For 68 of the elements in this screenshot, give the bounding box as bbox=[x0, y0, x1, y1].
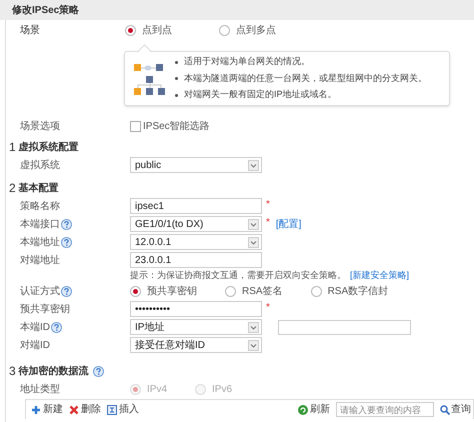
toolbar-button[interactable]: 新建 bbox=[31, 402, 63, 417]
info-text: 适用于对端为单台网关的情况。 bbox=[184, 55, 310, 68]
checkbox-label[interactable]: IPSec智能选路 bbox=[143, 118, 210, 134]
help-icon[interactable] bbox=[61, 286, 72, 296]
bullet-icon bbox=[175, 77, 178, 80]
input-field[interactable]: ipsec1 bbox=[130, 198, 262, 214]
plus-icon bbox=[31, 404, 41, 414]
radio-button[interactable] bbox=[130, 286, 141, 296]
section-number: 3 bbox=[9, 363, 16, 380]
field-label: 虚拟系统 bbox=[20, 158, 60, 172]
dropdown[interactable]: IP地址 bbox=[130, 319, 262, 335]
bullet-icon bbox=[175, 60, 178, 64]
help-icon[interactable] bbox=[51, 322, 62, 332]
radio-label[interactable]: 预共享密钥 bbox=[147, 284, 197, 298]
info-text: 对端网关一般有固定的IP地址或域名。 bbox=[184, 88, 337, 102]
search-button[interactable]: 查询 bbox=[440, 402, 473, 417]
dropdown[interactable]: GE1/0/1(to DX) bbox=[130, 216, 262, 232]
field-label: 策略名称 bbox=[20, 200, 60, 214]
field-label: 预共享密钥 bbox=[20, 302, 70, 316]
dropdown[interactable]: public bbox=[130, 157, 262, 173]
new-policy-link[interactable]: [新建安全策略] bbox=[350, 268, 410, 282]
radio-button[interactable] bbox=[125, 24, 136, 36]
required-mark: * bbox=[266, 198, 270, 212]
window-title: 修改IPSec策略 bbox=[0, 0, 474, 20]
search-icon bbox=[440, 404, 450, 414]
checkbox[interactable] bbox=[130, 120, 141, 132]
field-label: 场景选项 bbox=[20, 120, 60, 134]
required-mark: * bbox=[266, 300, 270, 314]
section-title: 待加密的数据流 bbox=[18, 364, 89, 378]
field-label: 对端地址 bbox=[20, 254, 60, 268]
box-icon bbox=[107, 404, 117, 414]
radio-button[interactable] bbox=[310, 286, 322, 296]
field-label: 本端ID bbox=[20, 320, 50, 334]
field-label: 认证方式 bbox=[20, 284, 60, 298]
config-link[interactable]: [配置] bbox=[276, 216, 302, 232]
help-icon[interactable] bbox=[61, 236, 72, 248]
section-title: 虚拟系统配置 bbox=[18, 140, 79, 154]
input-field[interactable]: 23.0.0.1 bbox=[130, 252, 262, 268]
input-field[interactable]: •••••••••• bbox=[130, 301, 262, 317]
input-field[interactable] bbox=[278, 320, 411, 334]
section-number: 1 bbox=[9, 139, 16, 156]
help-icon[interactable] bbox=[92, 366, 104, 376]
radio-label[interactable]: 点到多点 bbox=[236, 22, 276, 38]
field-label: 对端ID bbox=[20, 338, 50, 352]
radio-label[interactable]: RSA签名 bbox=[242, 284, 283, 298]
radio-label[interactable]: 点到点 bbox=[142, 22, 172, 38]
hint-text: 提示：为保证协商报文互通，需要开启双向安全策略。 bbox=[130, 268, 346, 282]
section-title: 基本配置 bbox=[18, 182, 59, 196]
cross-icon bbox=[69, 404, 79, 414]
refresh-icon bbox=[298, 404, 308, 414]
refresh-button[interactable]: 刷新 bbox=[298, 402, 330, 417]
help-icon[interactable] bbox=[61, 218, 72, 230]
field-label: 本端地址 bbox=[20, 236, 60, 250]
bullet-icon bbox=[175, 94, 178, 96]
radio-button[interactable] bbox=[225, 286, 236, 296]
radio-button[interactable] bbox=[219, 24, 230, 36]
field-label: 场景 bbox=[20, 24, 40, 38]
dropdown[interactable]: 接受任意对端ID bbox=[130, 337, 262, 353]
dropdown[interactable]: 12.0.0.1 bbox=[130, 234, 262, 250]
field-label: 本端接口 bbox=[20, 218, 60, 232]
required-mark: * bbox=[266, 216, 270, 230]
search-field[interactable]: 请输入要查询的内容 bbox=[336, 402, 434, 417]
toolbar-button[interactable]: 删除 bbox=[69, 402, 101, 417]
radio-label[interactable]: RSA数字信封 bbox=[328, 284, 388, 298]
section-number: 2 bbox=[9, 180, 16, 197]
toolbar-button[interactable]: 插入 bbox=[107, 402, 139, 417]
info-text: 本端为隧道两端的任意一台网关，或星型组网中的分支网关。 bbox=[184, 72, 427, 85]
field-label: 地址类型 bbox=[20, 382, 60, 396]
